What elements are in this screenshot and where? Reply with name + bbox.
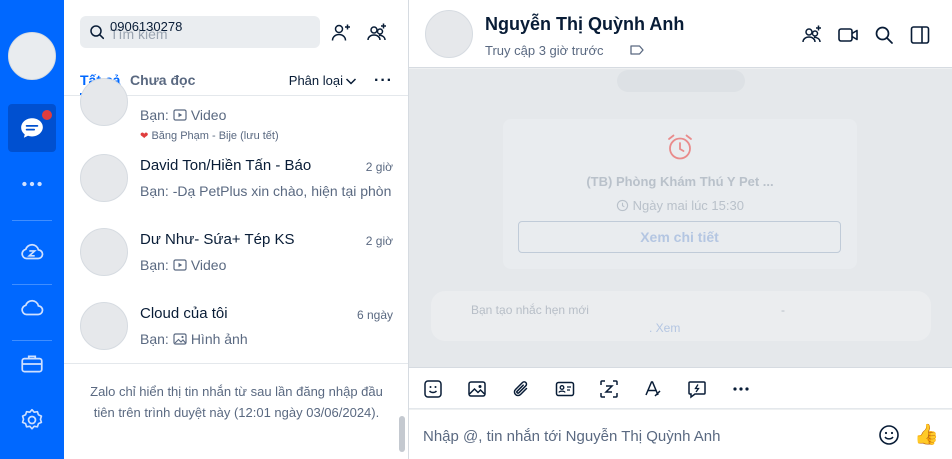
reminder-time: Ngày mai lúc 15:30 — [503, 198, 857, 213]
system-message-text: Bạn tạo nhắc hẹn mới — [471, 303, 589, 317]
video-icon — [173, 259, 187, 271]
system-message-dash: - — [781, 303, 785, 317]
reminder-card[interactable]: (TB) Phòng Khám Thú Y Pet ... Ngày mai l… — [503, 119, 857, 269]
preview-sender: Bạn: — [140, 257, 169, 273]
conversation-item[interactable]: Dư Như- Sứa+ Tép KS 2 giờ Bạn: Video — [64, 220, 408, 294]
conversation-avatar — [80, 228, 128, 276]
emoji-icon[interactable] — [878, 424, 900, 446]
conversation-time: 2 giờ — [365, 160, 393, 174]
nav-tools[interactable] — [0, 340, 64, 388]
chat-icon — [21, 118, 43, 138]
search-icon — [90, 25, 105, 40]
list-scrollbar[interactable] — [399, 416, 405, 452]
nav-cloud-z[interactable] — [0, 228, 64, 276]
sticker-icon[interactable] — [423, 379, 443, 399]
conversation-preview: Bạn: Video — [140, 257, 395, 273]
search-box[interactable]: Tìm kiếm 0906130278 — [80, 16, 320, 48]
thumbs-up-button[interactable]: 👍 — [914, 422, 939, 447]
chat-panel: Nguyễn Thị Quỳnh Anh Truy cập 3 giờ trướ… — [409, 0, 952, 459]
clock-icon — [616, 199, 629, 212]
briefcase-icon — [21, 355, 43, 373]
conversation-item[interactable]: Bạn: Video ❤ Băng Phạm - Bije (lưu tết) — [64, 70, 408, 144]
add-friend-icon[interactable] — [330, 22, 352, 44]
nav-more[interactable] — [0, 160, 64, 208]
cloud-z-icon — [21, 243, 44, 260]
login-notice: Zalo chỉ hiển thị tin nhắn từ sau lần đă… — [64, 363, 408, 459]
conversation-time: 2 giờ — [365, 234, 393, 248]
conversation-avatar — [80, 78, 128, 126]
preview-sender: Bạn: — [140, 107, 169, 123]
rail-divider — [12, 220, 52, 221]
conversation-avatar — [80, 154, 128, 202]
search-icon[interactable] — [873, 24, 895, 46]
format-icon[interactable] — [643, 379, 663, 399]
system-message: Bạn tạo nhắc hẹn mới - . Xem — [431, 291, 931, 341]
nav-settings[interactable] — [0, 396, 64, 444]
tag-icon[interactable] — [629, 42, 645, 58]
sidebar-toggle-icon[interactable] — [909, 24, 931, 46]
contact-name[interactable]: Nguyễn Thị Quỳnh Anh — [485, 14, 684, 35]
conversation-sub-text: Băng Phạm - Bije (lưu tết) — [151, 130, 279, 142]
reminder-title: (TB) Phòng Khám Thú Y Pet ... — [586, 174, 774, 189]
settings-icon — [21, 408, 43, 430]
create-group-icon[interactable] — [366, 22, 388, 44]
message-area[interactable]: (TB) Phòng Khám Thú Y Pet ... Ngày mai l… — [409, 69, 952, 367]
search-input[interactable]: 0906130278 — [110, 19, 182, 34]
conversation-item[interactable]: Cloud của tôi 6 ngày Bạn: Hình ảnh — [64, 294, 408, 368]
more-icon[interactable] — [731, 379, 751, 399]
conversation-item[interactable]: David Ton/Hiền Tấn - Báo 2 giờ Bạn: -Dạ … — [64, 146, 408, 220]
nav-rail — [0, 0, 64, 459]
message-composer[interactable]: Nhập @, tin nhắn tới Nguyễn Thị Quỳnh An… — [409, 410, 952, 459]
chat-header: Nguyễn Thị Quỳnh Anh Truy cập 3 giờ trướ… — [409, 0, 952, 68]
conversation-preview: Bạn: Video — [140, 107, 395, 123]
attach-icon[interactable] — [511, 379, 531, 399]
conversation-time: 6 ngày — [356, 308, 393, 322]
contact-status: Truy cập 3 giờ trước — [485, 43, 604, 58]
reminder-time-text: Ngày mai lúc 15:30 — [632, 198, 744, 213]
image-icon — [173, 333, 187, 345]
unread-badge — [42, 110, 52, 120]
conversation-name: Dư Như- Sứa+ Tép KS — [140, 231, 295, 248]
message-input[interactable]: Nhập @, tin nhắn tới Nguyễn Thị Quỳnh An… — [423, 428, 720, 445]
conversation-sub: ❤ Băng Phạm - Bije (lưu tết) — [140, 130, 279, 142]
conversation-name: Cloud của tôi — [140, 305, 228, 322]
preview-sender: Bạn: — [140, 331, 169, 347]
add-member-icon[interactable] — [801, 24, 823, 46]
preview-text: Bạn: -Dạ PetPlus xin chào, hiện tại phòn — [140, 183, 392, 199]
user-avatar[interactable] — [8, 32, 56, 80]
alarm-icon — [668, 134, 692, 160]
preview-kind: Video — [190, 257, 227, 273]
contact-avatar[interactable] — [425, 10, 473, 58]
video-icon — [173, 109, 187, 121]
preview-kind: Hình ảnh — [190, 331, 248, 347]
quick-message-icon[interactable] — [687, 379, 707, 399]
view-details-button[interactable]: Xem chi tiết — [518, 221, 841, 253]
conversation-avatar — [80, 302, 128, 350]
date-pill — [617, 70, 745, 92]
conversation-preview: Bạn: -Dạ PetPlus xin chào, hiện tại phòn — [140, 183, 395, 199]
conversation-panel: Tìm kiếm 0906130278 Tất cả Chưa đọc Phân… — [64, 0, 409, 459]
nav-messages[interactable] — [8, 104, 56, 152]
conversation-name: David Ton/Hiền Tấn - Báo — [140, 157, 312, 174]
more-icon — [22, 181, 42, 187]
conversation-preview: Bạn: Hình ảnh — [140, 331, 395, 347]
image-icon[interactable] — [467, 379, 487, 399]
nav-cloud[interactable] — [0, 284, 64, 332]
heart-icon: ❤ — [140, 131, 149, 142]
cloud-icon — [21, 299, 44, 316]
contact-card-icon[interactable] — [555, 379, 575, 399]
preview-kind: Video — [190, 107, 227, 123]
screenshot-icon[interactable] — [599, 379, 619, 399]
compose-toolbar — [409, 367, 952, 409]
video-call-icon[interactable] — [837, 24, 859, 46]
system-message-link[interactable]: . Xem — [649, 321, 680, 335]
